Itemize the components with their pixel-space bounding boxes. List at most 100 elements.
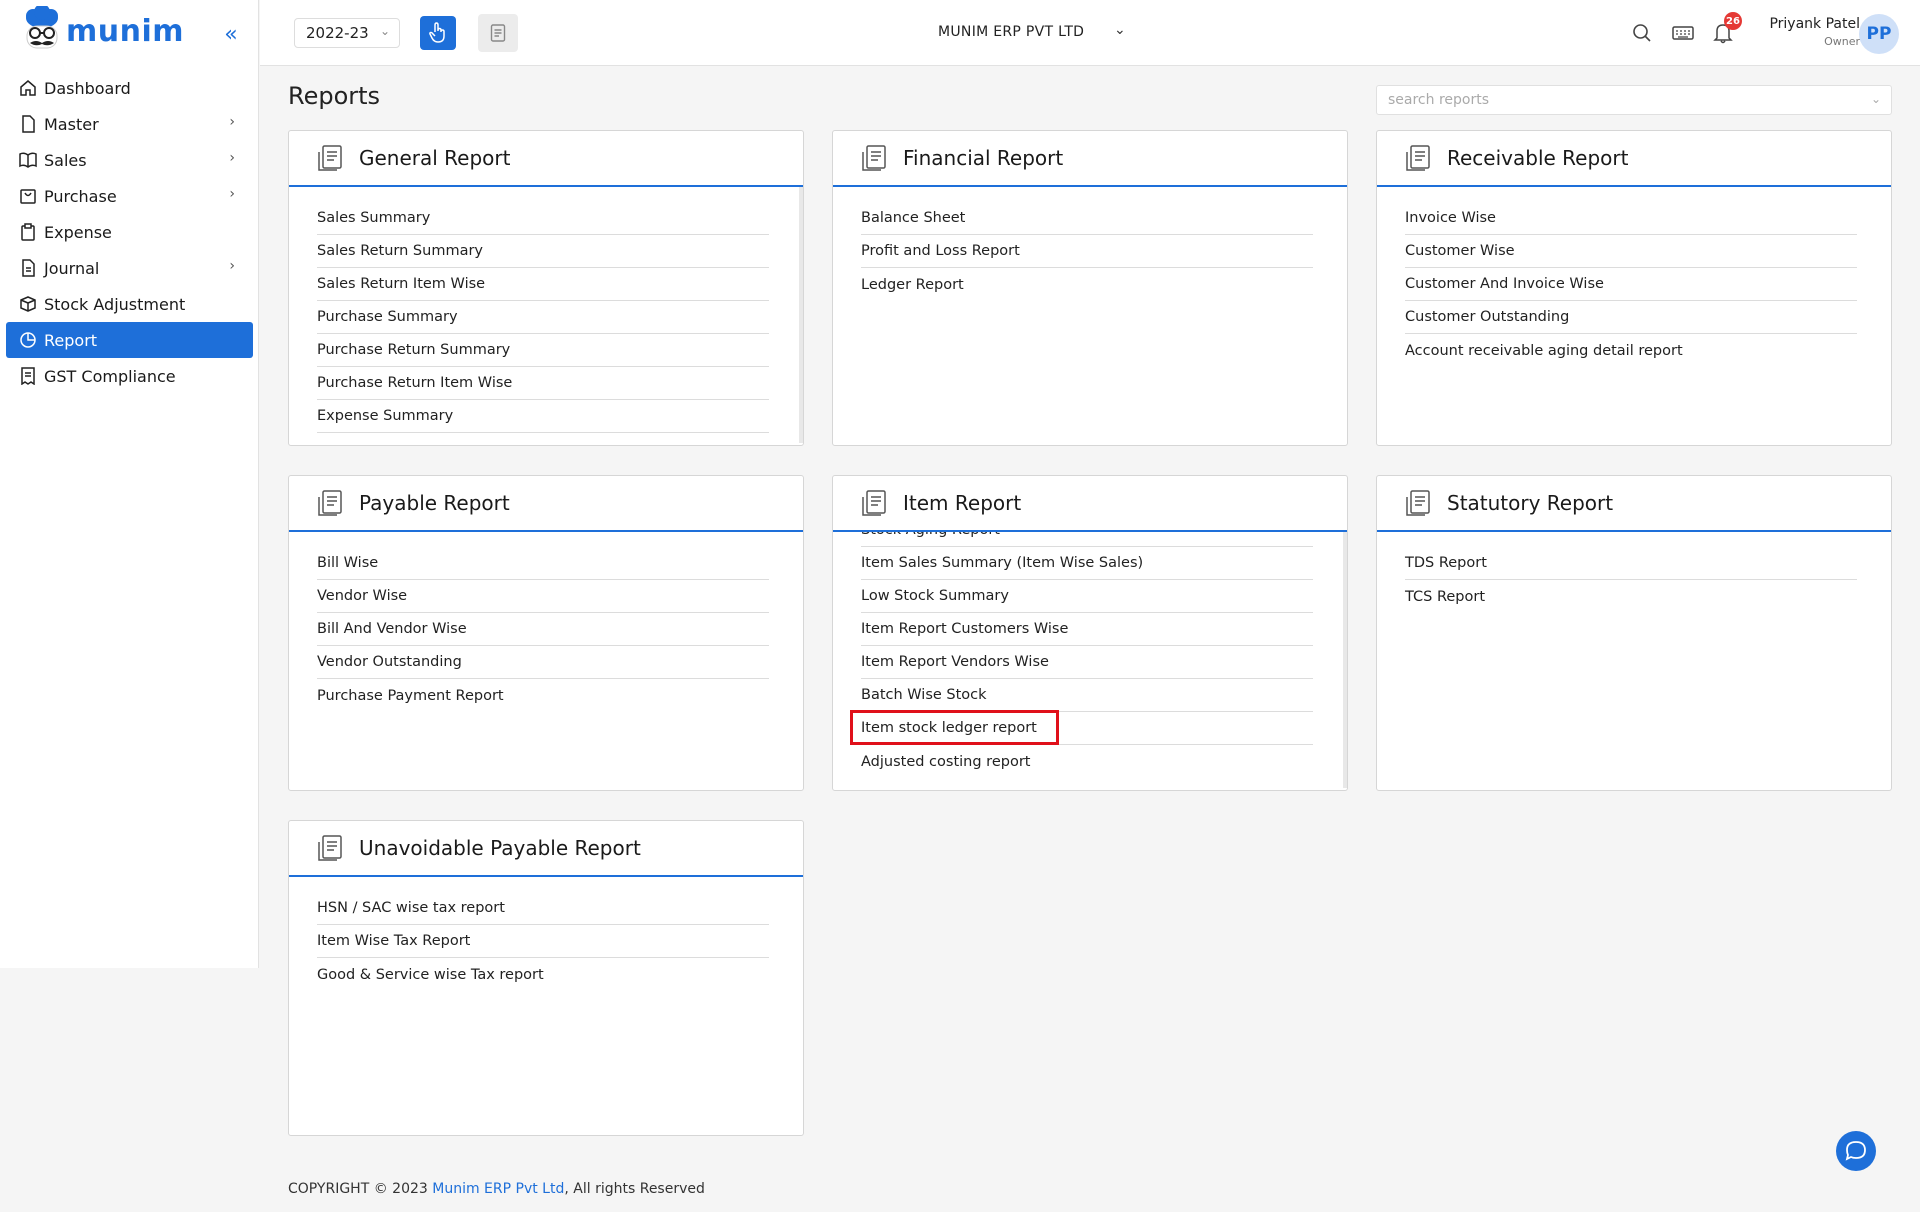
report-list: Sales Summary Sales Return Summary Sales… xyxy=(289,187,803,443)
report-link[interactable]: Purchase Return Summary xyxy=(317,334,769,367)
sidebar-item-label: Dashboard xyxy=(44,78,131,98)
chevron-down-icon[interactable]: ⌄ xyxy=(1114,22,1126,38)
search-reports-input[interactable]: search reports ⌄ xyxy=(1376,85,1892,115)
report-list: Balance Sheet Profit and Loss Report Led… xyxy=(833,187,1347,443)
report-link[interactable]: Item Sales Summary (Item Wise Sales) xyxy=(861,547,1313,580)
report-link[interactable]: Adjusted costing report xyxy=(861,745,1313,778)
report-link[interactable]: TDS Report xyxy=(1405,547,1857,580)
report-link[interactable]: Account receivable aging detail report xyxy=(1405,334,1857,367)
financial-year-select[interactable]: 2022-23 ⌄ xyxy=(294,18,400,48)
report-list: TDS Report TCS Report xyxy=(1377,532,1891,788)
report-list: Invoice Wise Customer Wise Customer And … xyxy=(1377,187,1891,443)
report-link[interactable]: Customer Outstanding xyxy=(1405,301,1857,334)
report-link[interactable]: Unbill Challan xyxy=(317,433,769,444)
report-link[interactable]: Expense Summary xyxy=(317,400,769,433)
notification-badge: 26 xyxy=(1724,12,1742,30)
box-icon xyxy=(18,294,38,314)
user-name[interactable]: Priyank Patel xyxy=(1752,16,1860,32)
card-title: Unavoidable Payable Report xyxy=(359,836,641,860)
sidebar-item-journal[interactable]: Journal › xyxy=(6,250,253,286)
report-link[interactable]: Low Stock Summary xyxy=(861,580,1313,613)
general-report-card: General Report Sales Summary Sales Retur… xyxy=(288,130,804,446)
chevron-right-icon: › xyxy=(229,114,235,130)
report-link[interactable]: Sales Return Item Wise xyxy=(317,268,769,301)
avatar[interactable]: PP xyxy=(1859,14,1899,54)
company-name[interactable]: MUNIM ERP PVT LTD xyxy=(938,24,1084,40)
scrollbar[interactable] xyxy=(1343,532,1347,788)
sidebar-item-purchase[interactable]: Purchase › xyxy=(6,178,253,214)
report-link[interactable]: Sales Return Summary xyxy=(317,235,769,268)
search-icon[interactable] xyxy=(1631,22,1653,44)
report-link[interactable]: Item Report Customers Wise xyxy=(861,613,1313,646)
receipt-icon xyxy=(18,366,38,386)
touch-mode-button[interactable] xyxy=(420,16,456,50)
report-book-icon xyxy=(862,145,886,171)
report-link[interactable]: HSN / SAC wise tax report xyxy=(317,892,769,925)
chat-button[interactable] xyxy=(1836,1131,1876,1171)
collapse-sidebar-icon[interactable]: « xyxy=(220,24,242,46)
company-link[interactable]: Munim ERP Pvt Ltd xyxy=(432,1181,564,1197)
card-title: Item Report xyxy=(903,491,1022,515)
home-icon xyxy=(18,78,38,98)
top-bar: 2022-23 ⌄ MUNIM ERP PVT LTD ⌄ 26 Priyank… xyxy=(260,0,1920,66)
report-link[interactable]: Balance Sheet xyxy=(861,202,1313,235)
card-title: Financial Report xyxy=(903,146,1064,170)
report-link[interactable]: Purchase Payment Report xyxy=(317,679,769,712)
receivable-report-card: Receivable Report Invoice Wise Customer … xyxy=(1376,130,1892,446)
card-header: Financial Report xyxy=(833,131,1347,187)
report-list: Bill Wise Vendor Wise Bill And Vendor Wi… xyxy=(289,532,803,788)
sidebar-item-master[interactable]: Master › xyxy=(6,106,253,142)
sidebar-nav: Dashboard Master › Sales › Purchase › Ex… xyxy=(6,70,253,394)
card-header: Statutory Report xyxy=(1377,476,1891,532)
keyboard-icon[interactable] xyxy=(1672,22,1694,44)
sidebar-item-dashboard[interactable]: Dashboard xyxy=(6,70,253,106)
chevron-down-icon: ⌄ xyxy=(379,24,390,38)
sidebar-item-label: GST Compliance xyxy=(44,366,176,386)
sidebar-item-report[interactable]: Report xyxy=(6,322,253,358)
report-link[interactable]: TCS Report xyxy=(1405,580,1857,613)
document-icon xyxy=(490,24,506,42)
report-link[interactable]: Stock Aging Report xyxy=(861,532,1313,547)
report-link[interactable]: Good & Service wise Tax report xyxy=(317,958,769,991)
card-title: General Report xyxy=(359,146,511,170)
sidebar-item-expense[interactable]: Expense xyxy=(6,214,253,250)
logo[interactable]: munim xyxy=(22,6,184,56)
logo-text: munim xyxy=(66,13,185,49)
journal-icon xyxy=(18,258,38,278)
sidebar-item-label: Sales xyxy=(44,150,87,170)
report-link[interactable]: Vendor Outstanding xyxy=(317,646,769,679)
chat-icon xyxy=(1845,1141,1866,1161)
card-title: Payable Report xyxy=(359,491,510,515)
report-link[interactable]: Vendor Wise xyxy=(317,580,769,613)
unavoidable-payable-report-card: Unavoidable Payable Report HSN / SAC wis… xyxy=(288,820,804,1136)
sidebar-item-label: Journal xyxy=(44,258,100,278)
report-book-icon xyxy=(318,145,342,171)
report-link[interactable]: Customer And Invoice Wise xyxy=(1405,268,1857,301)
report-link[interactable]: Customer Wise xyxy=(1405,235,1857,268)
sidebar-item-sales[interactable]: Sales › xyxy=(6,142,253,178)
report-link[interactable]: Profit and Loss Report xyxy=(861,235,1313,268)
card-header: Payable Report xyxy=(289,476,803,532)
report-link-item-stock-ledger[interactable]: Item stock ledger report xyxy=(861,712,1313,745)
chevron-right-icon: › xyxy=(229,150,235,166)
chevron-down-icon: ⌄ xyxy=(1870,92,1881,106)
report-link[interactable]: Purchase Return Item Wise xyxy=(317,367,769,400)
bag-icon xyxy=(18,186,38,206)
report-link[interactable]: Bill And Vendor Wise xyxy=(317,613,769,646)
report-link[interactable]: Item Wise Tax Report xyxy=(317,925,769,958)
book-icon xyxy=(18,150,38,170)
notes-button[interactable] xyxy=(478,14,518,52)
report-link[interactable]: Bill Wise xyxy=(317,547,769,580)
scrollbar[interactable] xyxy=(799,187,803,443)
report-book-icon xyxy=(318,835,342,861)
report-link[interactable]: Ledger Report xyxy=(861,268,1313,301)
sidebar-item-stock-adjustment[interactable]: Stock Adjustment xyxy=(6,286,253,322)
report-link[interactable]: Invoice Wise xyxy=(1405,202,1857,235)
report-link[interactable]: Item Report Vendors Wise xyxy=(861,646,1313,679)
sidebar-item-label: Expense xyxy=(44,222,112,242)
report-link[interactable]: Sales Summary xyxy=(317,202,769,235)
user-role: Owner xyxy=(1824,35,1860,48)
report-link[interactable]: Purchase Summary xyxy=(317,301,769,334)
sidebar-item-gst-compliance[interactable]: GST Compliance xyxy=(6,358,253,394)
report-link[interactable]: Batch Wise Stock xyxy=(861,679,1313,712)
